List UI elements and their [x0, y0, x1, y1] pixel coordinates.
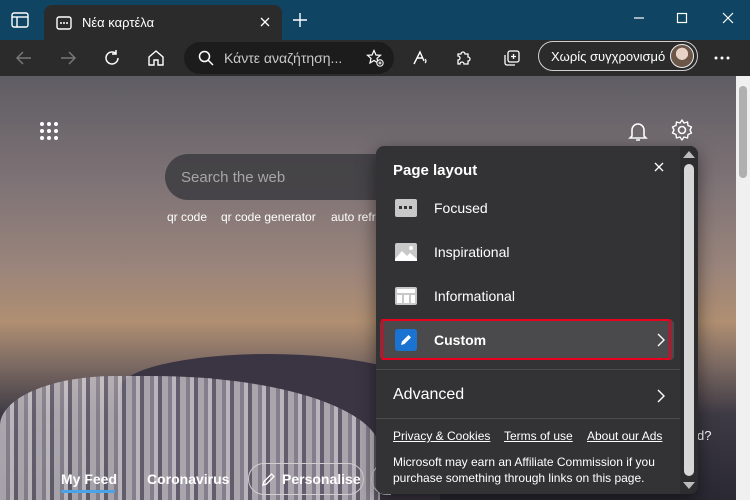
search-suggestion[interactable]: qr code generator: [221, 210, 316, 224]
layout-option-label: Informational: [434, 288, 515, 304]
minimize-button[interactable]: [623, 6, 655, 30]
close-window-button[interactable]: [712, 6, 744, 30]
search-icon: [198, 50, 214, 66]
page-layout-panel: Page layout Focused Inspirational Inform…: [376, 146, 698, 494]
notifications-bell-icon[interactable]: [626, 119, 650, 143]
chevron-right-icon[interactable]: [654, 388, 668, 404]
search-suggestion[interactable]: qr code: [167, 210, 207, 224]
refresh-icon: [105, 50, 119, 65]
minimize-icon: [634, 17, 644, 19]
active-tab[interactable]: Νέα καρτέλα: [44, 5, 282, 40]
extensions-button[interactable]: [450, 44, 478, 72]
maximize-button[interactable]: [666, 6, 698, 30]
title-bar: Νέα καρτέλα: [0, 0, 750, 40]
terms-of-use-link[interactable]: Terms of use: [504, 429, 573, 443]
search-suggestion[interactable]: auto refr: [331, 210, 377, 224]
maximize-icon: [676, 12, 688, 24]
inspirational-layout-icon: [395, 243, 417, 261]
profile-sync-button[interactable]: Χωρίς συγχρονισμό: [538, 41, 698, 71]
back-arrow-icon: [15, 51, 31, 65]
selection-highlight: [381, 319, 671, 360]
address-placeholder: Κάντε αναζήτηση...: [224, 50, 343, 66]
tab-close-button[interactable]: [256, 13, 274, 31]
read-aloud-button[interactable]: [406, 44, 434, 72]
about-our-ads-link[interactable]: About our Ads: [587, 429, 662, 443]
sync-label: Χωρίς συγχρονισμό: [551, 48, 666, 64]
collections-icon: [504, 50, 520, 66]
search-placeholder: Search the web: [181, 169, 286, 186]
affiliate-note: Microsoft may earn an Affiliate Commissi…: [393, 455, 655, 485]
layout-option-focused[interactable]: Focused: [380, 188, 674, 228]
informational-layout-icon: [395, 287, 417, 305]
forward-arrow-icon: [61, 51, 77, 65]
panel-title: Page layout: [393, 162, 478, 179]
forward-button[interactable]: [54, 44, 82, 72]
back-button[interactable]: [10, 44, 38, 72]
focused-layout-icon: [395, 199, 417, 217]
new-tab-button[interactable]: [287, 8, 313, 32]
home-button[interactable]: [142, 44, 170, 72]
layout-option-label: Inspirational: [434, 244, 510, 260]
panel-divider: [376, 418, 680, 419]
close-icon: [260, 17, 270, 27]
extensions-icon: [457, 51, 471, 65]
apps-launcher-icon[interactable]: [40, 122, 58, 140]
newtab-page-icon: [56, 15, 72, 30]
advanced-settings-link[interactable]: Advanced: [393, 386, 464, 404]
collections-button[interactable]: [498, 44, 526, 72]
privacy-cookies-link[interactable]: Privacy & Cookies: [393, 429, 490, 443]
panel-scroll-up-arrow[interactable]: [683, 151, 695, 158]
tab-title: Νέα καρτέλα: [82, 15, 155, 30]
personalise-label: Personalise: [282, 471, 361, 487]
tab-actions-button[interactable]: [6, 8, 34, 32]
more-icon: [714, 56, 730, 60]
close-icon: [654, 162, 664, 172]
home-icon: [148, 50, 164, 66]
toolbar: Κάντε αναζήτηση... Χωρίς συγχρονισμό: [0, 40, 750, 76]
gear-icon[interactable]: [670, 118, 694, 142]
feed-tab-active-indicator: [61, 490, 115, 493]
partial-prompt-text: d?: [697, 428, 712, 443]
panel-scroll-thumb[interactable]: [684, 164, 694, 476]
personalise-button[interactable]: Personalise: [248, 463, 364, 495]
layout-option-inspirational[interactable]: Inspirational: [380, 232, 674, 272]
panel-close-button[interactable]: [650, 158, 668, 176]
close-icon: [722, 12, 734, 24]
tab-actions-icon: [11, 12, 29, 28]
page-scroll-thumb[interactable]: [739, 86, 747, 178]
panel-scroll-down-arrow[interactable]: [683, 482, 695, 489]
more-button[interactable]: [708, 44, 736, 72]
layout-option-informational[interactable]: Informational: [380, 276, 674, 316]
read-aloud-icon: [413, 50, 427, 65]
address-bar[interactable]: Κάντε αναζήτηση...: [184, 42, 394, 74]
plus-icon: [293, 13, 307, 27]
web-search-box[interactable]: Search the web: [165, 154, 395, 200]
feed-tab-my-feed[interactable]: My Feed: [61, 471, 117, 487]
layout-option-label: Focused: [434, 200, 488, 216]
feed-tab-coronavirus[interactable]: Coronavirus: [147, 471, 229, 487]
pencil-icon: [262, 472, 275, 486]
panel-divider: [376, 369, 680, 370]
add-favorite-icon[interactable]: [366, 49, 384, 67]
avatar: [670, 44, 694, 68]
refresh-button[interactable]: [98, 44, 126, 72]
